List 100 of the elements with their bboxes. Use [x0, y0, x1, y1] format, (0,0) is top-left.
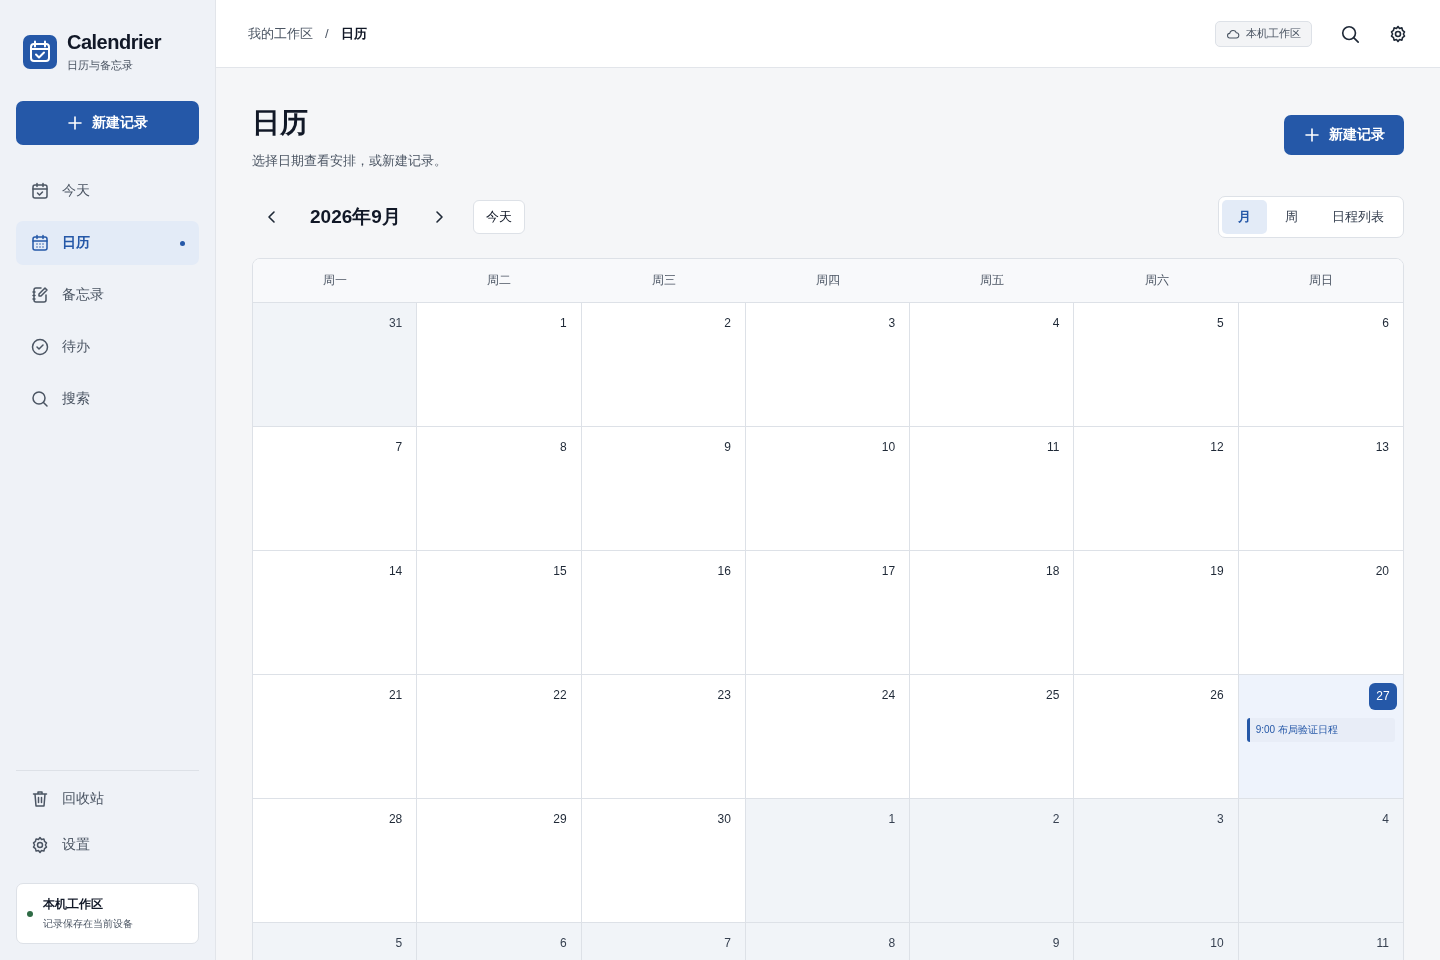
calendar-icon	[30, 233, 50, 253]
today-button[interactable]: 今天	[472, 200, 525, 234]
day-number: 31	[388, 315, 403, 331]
search-icon	[30, 389, 50, 409]
active-dot	[180, 240, 185, 246]
app-subtitle: 日历与备忘录	[67, 58, 134, 73]
page-title: 日历	[252, 106, 309, 140]
day-cell[interactable]: 31	[253, 303, 418, 426]
breadcrumb-item[interactable]: 我的工作区	[248, 24, 313, 43]
day-number: 11	[1046, 439, 1060, 455]
day-number: 27	[1369, 683, 1397, 710]
weekday-header: 周四	[815, 272, 841, 289]
day-number: 26	[1210, 687, 1224, 703]
day-number: 6	[559, 935, 567, 951]
day-cell[interactable]: 4	[1238, 799, 1403, 922]
day-cell[interactable]: 5	[253, 923, 418, 960]
workspace-badge[interactable]: 本机工作区	[1215, 20, 1312, 47]
sidebar-item[interactable]: 搜索	[16, 377, 199, 421]
day-number: 15	[553, 563, 567, 579]
day-number: 14	[388, 563, 403, 579]
new-record-button[interactable]: 新建记录	[1284, 115, 1404, 155]
day-number: 6	[1382, 315, 1389, 331]
day-number: 8	[559, 439, 567, 455]
sidebar-item[interactable]: 日历	[16, 221, 199, 265]
new-record-button[interactable]: 新建记录	[16, 101, 199, 145]
view-tab[interactable]: 月	[1222, 200, 1267, 234]
day-number: 13	[1375, 439, 1389, 455]
day-number: 1	[559, 315, 567, 331]
sidebar-item[interactable]: 今天	[16, 169, 199, 213]
day-cell[interactable]: 2	[910, 799, 1075, 922]
app-name: Calendrier	[67, 31, 161, 54]
month-title: 2026年9月	[310, 205, 401, 229]
day-cell[interactable]: 7	[581, 923, 746, 960]
day-number: 11	[1376, 935, 1389, 951]
day-number: 28	[388, 811, 403, 827]
day-number: 24	[881, 687, 896, 703]
day-number: 2	[724, 315, 731, 331]
workspace-note: 记录保存在当前设备	[43, 917, 133, 931]
day-number: 7	[395, 439, 403, 455]
day-number: 8	[888, 935, 896, 951]
day-number: 7	[724, 935, 731, 951]
breadcrumb-separator: /	[325, 26, 329, 41]
sidebar-item[interactable]: 回收站	[16, 777, 199, 821]
day-cell[interactable]: 9	[910, 923, 1075, 960]
day-number: 9	[1052, 935, 1060, 951]
day-number: 25	[1046, 687, 1060, 703]
sidebar-item[interactable]: 备忘录	[16, 273, 199, 317]
notebook-pen-icon	[30, 285, 50, 305]
weekday-header: 周五	[979, 272, 1006, 289]
page-subtitle: 选择日期查看安排，或新建记录。	[252, 152, 447, 170]
day-number: 30	[717, 811, 731, 827]
plus-icon	[1303, 127, 1320, 143]
day-number: 3	[1217, 811, 1224, 827]
day-cell[interactable]: 27 9:00 布局验证日程	[1238, 675, 1403, 798]
day-cell[interactable]: 3	[1074, 799, 1239, 922]
plus-icon	[67, 115, 83, 131]
day-number: 23	[717, 687, 731, 703]
day-number: 9	[724, 439, 731, 455]
sidebar-item[interactable]: 设置	[16, 823, 199, 867]
day-number: 20	[1375, 563, 1389, 579]
day-cell[interactable]: 11	[1238, 923, 1403, 960]
view-tab[interactable]: 周	[1269, 200, 1314, 234]
day-cell[interactable]: 10	[1074, 923, 1239, 960]
day-number: 10	[1210, 935, 1224, 951]
day-number: 1	[888, 811, 896, 827]
settings-icon[interactable]	[1388, 23, 1408, 44]
view-tab[interactable]: 日程列表	[1316, 200, 1400, 234]
day-number: 5	[1217, 315, 1224, 331]
day-number: 3	[888, 315, 896, 331]
day-number: 21	[388, 687, 403, 703]
day-number: 18	[1046, 563, 1060, 579]
day-number: 10	[881, 439, 896, 455]
check-circle-icon	[30, 337, 50, 357]
day-cell[interactable]: 8	[745, 923, 911, 960]
day-number: 5	[395, 935, 403, 951]
workspace-title: 本机工作区	[43, 896, 104, 913]
weekday-header: 周三	[650, 272, 677, 289]
weekday-header: 周六	[1143, 272, 1170, 289]
breadcrumb-item: 日历	[340, 24, 367, 43]
event-chip[interactable]: 9:00 布局验证日程	[1246, 718, 1395, 742]
settings-icon	[30, 835, 50, 855]
sidebar-item[interactable]: 待办	[16, 325, 199, 369]
trash-icon	[30, 789, 50, 809]
app-logo-icon	[23, 35, 57, 69]
calendar-check-icon	[30, 181, 50, 201]
day-number: 16	[717, 563, 731, 579]
weekday-header: 周日	[1307, 272, 1334, 289]
day-cell[interactable]: 6	[417, 923, 582, 960]
day-number: 29	[553, 811, 567, 827]
day-number: 22	[553, 687, 567, 703]
day-number: 4	[1382, 811, 1389, 827]
day-number: 17	[881, 563, 896, 579]
search-icon[interactable]	[1340, 23, 1360, 44]
day-number: 12	[1210, 439, 1224, 455]
day-number: 2	[1052, 811, 1060, 827]
weekday-header: 周一	[322, 272, 349, 289]
day-number: 4	[1052, 315, 1060, 331]
day-number: 19	[1210, 563, 1224, 579]
day-cell[interactable]: 1	[745, 799, 911, 922]
weekday-header: 周二	[486, 272, 513, 289]
